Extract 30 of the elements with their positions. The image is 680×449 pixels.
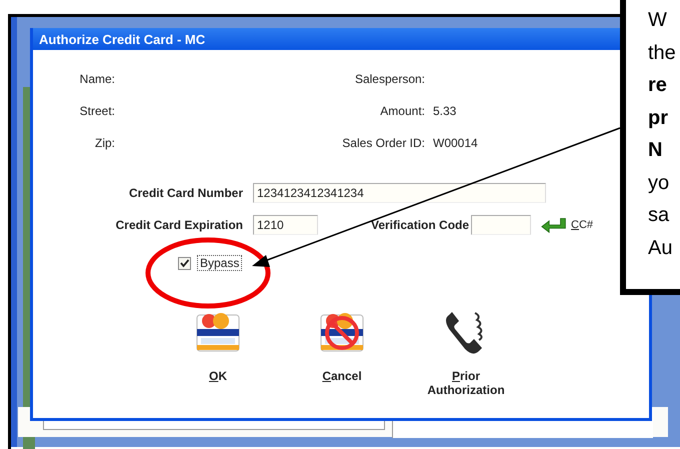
field-label: Street: bbox=[78, 104, 115, 118]
cancel-button[interactable]: Cancel bbox=[287, 307, 397, 383]
cc-link[interactable]: CC# bbox=[571, 219, 594, 231]
checkbox-label: Bypass bbox=[197, 255, 242, 271]
field-label: Credit Card Expiration bbox=[114, 218, 243, 232]
field-label: Verification Code bbox=[371, 218, 470, 232]
expiration-field[interactable]: 1210 bbox=[253, 215, 318, 235]
field-label: Credit Card Number bbox=[128, 186, 243, 200]
callout-text: pr bbox=[648, 106, 669, 130]
prior-authorization-button[interactable]: Prior Authorization bbox=[411, 307, 521, 397]
bypass-checkbox[interactable] bbox=[178, 256, 191, 270]
callout-text: yo bbox=[648, 170, 670, 196]
callout-text: W bbox=[648, 8, 668, 33]
verification-code-field[interactable] bbox=[471, 215, 532, 235]
field-value: W00014 bbox=[433, 136, 478, 150]
field-value: 5.33 bbox=[433, 104, 456, 118]
callout-text: Au bbox=[648, 236, 674, 260]
card-number-field[interactable]: 1234123412341234 bbox=[253, 183, 546, 203]
field-label: Salesperson: bbox=[354, 72, 425, 86]
callout-text: re bbox=[648, 73, 668, 98]
ok-button[interactable]: OK bbox=[163, 307, 273, 383]
field-label: Amount: bbox=[379, 104, 425, 118]
enter-arrow-icon bbox=[541, 216, 568, 234]
field-label: Name: bbox=[78, 72, 115, 86]
callout-text: sa bbox=[648, 203, 670, 228]
field-label: Zip: bbox=[94, 136, 115, 150]
callout-text: the bbox=[648, 40, 677, 66]
field-label: Sales Order ID: bbox=[341, 136, 425, 150]
window-title: Authorize Credit Card - MC bbox=[39, 32, 206, 46]
callout-text: N bbox=[648, 138, 664, 163]
